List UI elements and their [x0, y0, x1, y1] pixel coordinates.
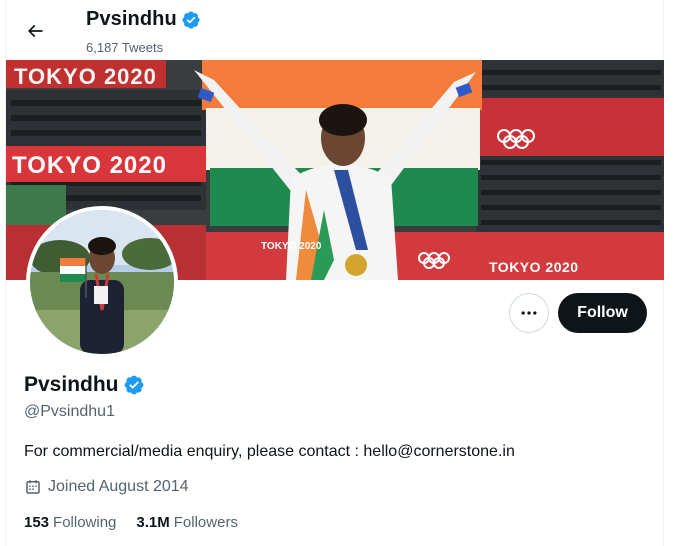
header-name-row: Pvsindhu: [86, 8, 201, 31]
verified-badge-icon: [182, 10, 200, 29]
joined-date-text: Joined August 2014: [48, 478, 189, 495]
followers-label: Followers: [173, 514, 238, 531]
calendar-icon: [26, 480, 40, 494]
following-link[interactable]: 153 Following: [24, 514, 116, 531]
banner-tokyo-text-top: TOKYO 2020: [14, 64, 157, 89]
following-label: Following: [53, 514, 117, 531]
profile-handle: @Pvsindhu1: [24, 403, 115, 420]
profile-header-bar: Pvsindhu 6,187 Tweets: [6, 0, 665, 60]
header-display-name: Pvsindhu: [86, 8, 177, 30]
arrow-left-icon: [27, 24, 43, 38]
back-button[interactable]: [20, 16, 50, 46]
verified-badge-icon[interactable]: [123, 374, 145, 396]
banner-tokyo-text-small: TOKYO 2020: [261, 241, 322, 252]
more-dots-icon: [521, 311, 537, 315]
profile-bio: For commercial/media enquiry, please con…: [24, 443, 515, 460]
follow-stats-row: 153 Following 3.1M Followers: [24, 514, 258, 531]
joined-date-row: Joined August 2014: [24, 478, 189, 496]
followers-count: 3.1M: [136, 514, 170, 531]
banner-tokyo-text-mid: TOKYO 2020: [12, 152, 167, 179]
following-count: 153: [24, 514, 50, 531]
header-tweet-count: 6,187 Tweets: [86, 40, 164, 55]
more-options-button[interactable]: [509, 293, 549, 333]
followers-link[interactable]: 3.1M Followers: [136, 514, 238, 531]
profile-name-row: Pvsindhu: [24, 373, 145, 397]
follow-button[interactable]: Follow: [558, 293, 647, 333]
profile-display-name: Pvsindhu: [24, 373, 119, 396]
avatar[interactable]: [26, 206, 178, 358]
profile-column: Pvsindhu 6,187 Tweets TOKYO 2020 TOKYO 2…: [5, 0, 664, 546]
banner-tokyo-text-right: TOKYO 2020: [489, 259, 579, 275]
avatar-image: [30, 210, 174, 354]
